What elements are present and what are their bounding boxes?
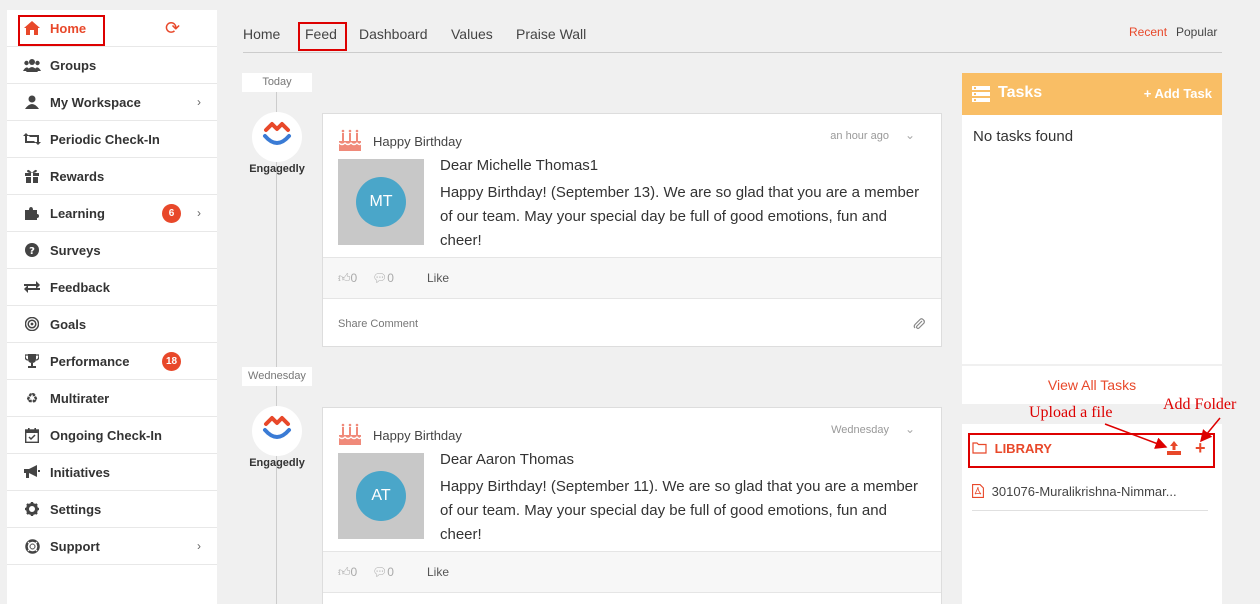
annotation-arrows <box>1104 417 1221 449</box>
